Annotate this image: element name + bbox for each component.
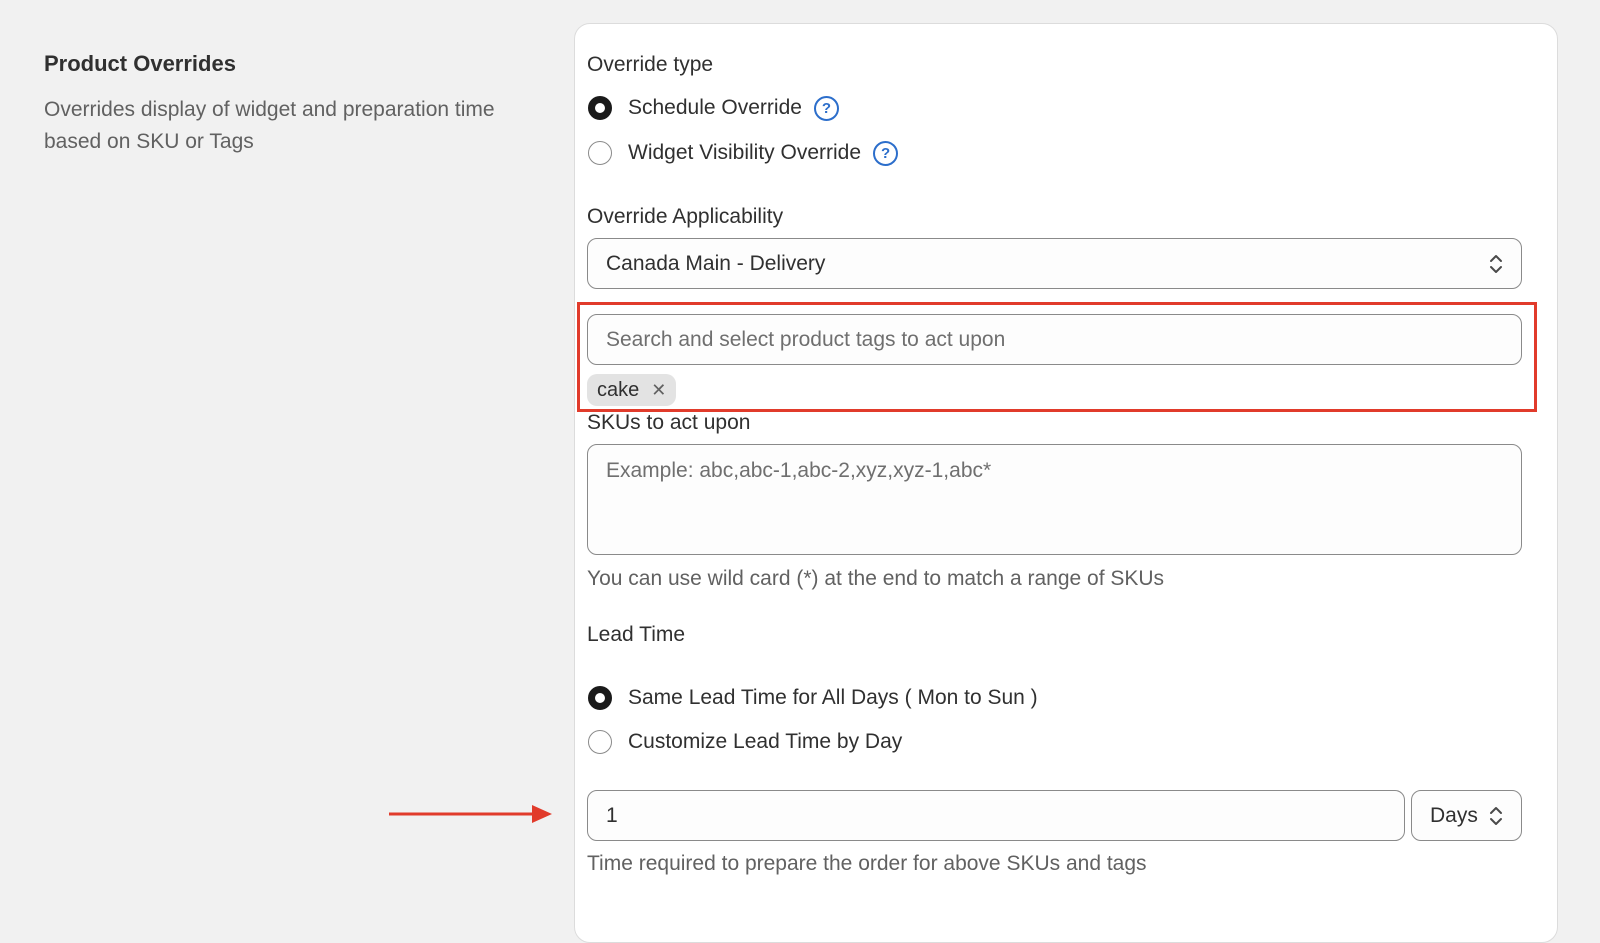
section-intro: Product Overrides Overrides display of w… [44, 50, 504, 158]
section-title: Product Overrides [44, 51, 236, 76]
override-applicability-label: Override Applicability [587, 205, 784, 228]
select-chevrons-icon [1489, 805, 1503, 827]
select-chevrons-icon [1489, 253, 1503, 275]
skus-textarea[interactable]: Example: abc,abc-1,abc-2,xyz,xyz-1,abc* [587, 444, 1522, 555]
lead-time-label: Lead Time [587, 623, 686, 646]
radio-customize-lead-time[interactable]: Customize Lead Time by Day [588, 727, 902, 757]
radio-button-checked[interactable] [588, 96, 612, 120]
question-circle-icon[interactable]: ? [813, 95, 839, 121]
radio-label: Widget Visibility Override [628, 141, 862, 164]
skus-label: SKUs to act upon [587, 411, 751, 434]
radio-label: Customize Lead Time by Day [628, 730, 903, 753]
textarea-placeholder: Example: abc,abc-1,abc-2,xyz,xyz-1,abc* [606, 459, 992, 482]
lead-time-help-text: Time required to prepare the order for a… [587, 852, 1147, 875]
highlight-box [577, 302, 1537, 412]
question-circle-icon[interactable]: ? [873, 140, 899, 166]
radio-button-checked[interactable] [588, 686, 612, 710]
section-description: Overrides display of widget and preparat… [44, 98, 495, 153]
input-value: 1 [606, 803, 618, 827]
lead-time-input[interactable]: 1 [587, 790, 1405, 841]
lead-time-unit-select[interactable]: Days [1411, 790, 1522, 841]
radio-same-lead-time[interactable]: Same Lead Time for All Days ( Mon to Sun… [588, 683, 1038, 713]
radio-button[interactable] [588, 730, 612, 754]
radio-widget-visibility-override[interactable]: Widget Visibility Override ? [588, 138, 899, 168]
select-value: Days [1430, 803, 1478, 827]
override-type-label: Override type [587, 53, 714, 76]
radio-button[interactable] [588, 141, 612, 165]
override-applicability-select[interactable]: Canada Main - Delivery [587, 238, 1522, 289]
select-value: Canada Main - Delivery [606, 251, 826, 275]
radio-label: Same Lead Time for All Days ( Mon to Sun… [628, 686, 1038, 709]
skus-help-text: You can use wild card (*) at the end to … [587, 567, 1165, 590]
radio-schedule-override[interactable]: Schedule Override ? [588, 93, 839, 123]
radio-label: Schedule Override [628, 96, 802, 119]
arrow-right-icon [389, 805, 552, 823]
